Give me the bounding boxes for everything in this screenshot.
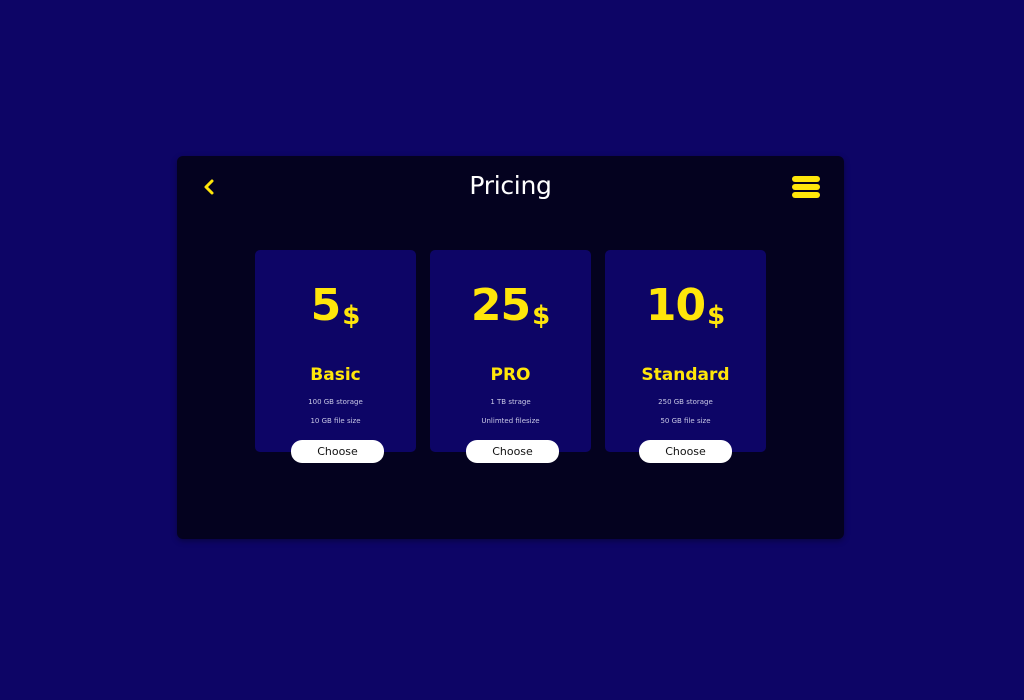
pricing-panel: Pricing 5$ Basic 100 GB storage 10 GB fi… — [177, 156, 844, 539]
plan-feature: 1 TB strage — [490, 398, 531, 406]
price-currency: $ — [342, 301, 361, 331]
choose-pro-button[interactable]: Choose — [466, 440, 559, 463]
plan-feature: 10 GB file size — [310, 417, 361, 425]
plan-name: PRO — [490, 365, 531, 385]
hamburger-menu-icon — [792, 176, 820, 182]
plan-feature: 50 GB file size — [660, 417, 711, 425]
choose-basic-button[interactable]: Choose — [291, 440, 384, 463]
choose-standard-button[interactable]: Choose — [639, 440, 732, 463]
page-title: Pricing — [469, 171, 552, 200]
plan-feature: 100 GB storage — [308, 398, 363, 406]
plan-feature: Unlimted filesize — [481, 417, 540, 425]
price-amount: 10 — [645, 280, 706, 331]
plan-price: 5$ — [255, 280, 416, 338]
price-currency: $ — [707, 301, 726, 331]
plan-card-pro: 25$ PRO 1 TB strage Unlimted filesize — [430, 250, 591, 452]
price-amount: 25 — [470, 280, 531, 331]
price-currency: $ — [532, 301, 551, 331]
plan-price: 10$ — [605, 280, 766, 338]
menu-button[interactable] — [792, 176, 820, 202]
plan-price: 25$ — [430, 280, 591, 338]
plan-name: Standard — [641, 365, 730, 385]
plan-card-basic: 5$ Basic 100 GB storage 10 GB file size — [255, 250, 416, 452]
price-amount: 5 — [310, 280, 342, 331]
plan-card-standard: 10$ Standard 250 GB storage 50 GB file s… — [605, 250, 766, 452]
plan-name: Basic — [310, 365, 361, 385]
plan-feature: 250 GB storage — [658, 398, 713, 406]
